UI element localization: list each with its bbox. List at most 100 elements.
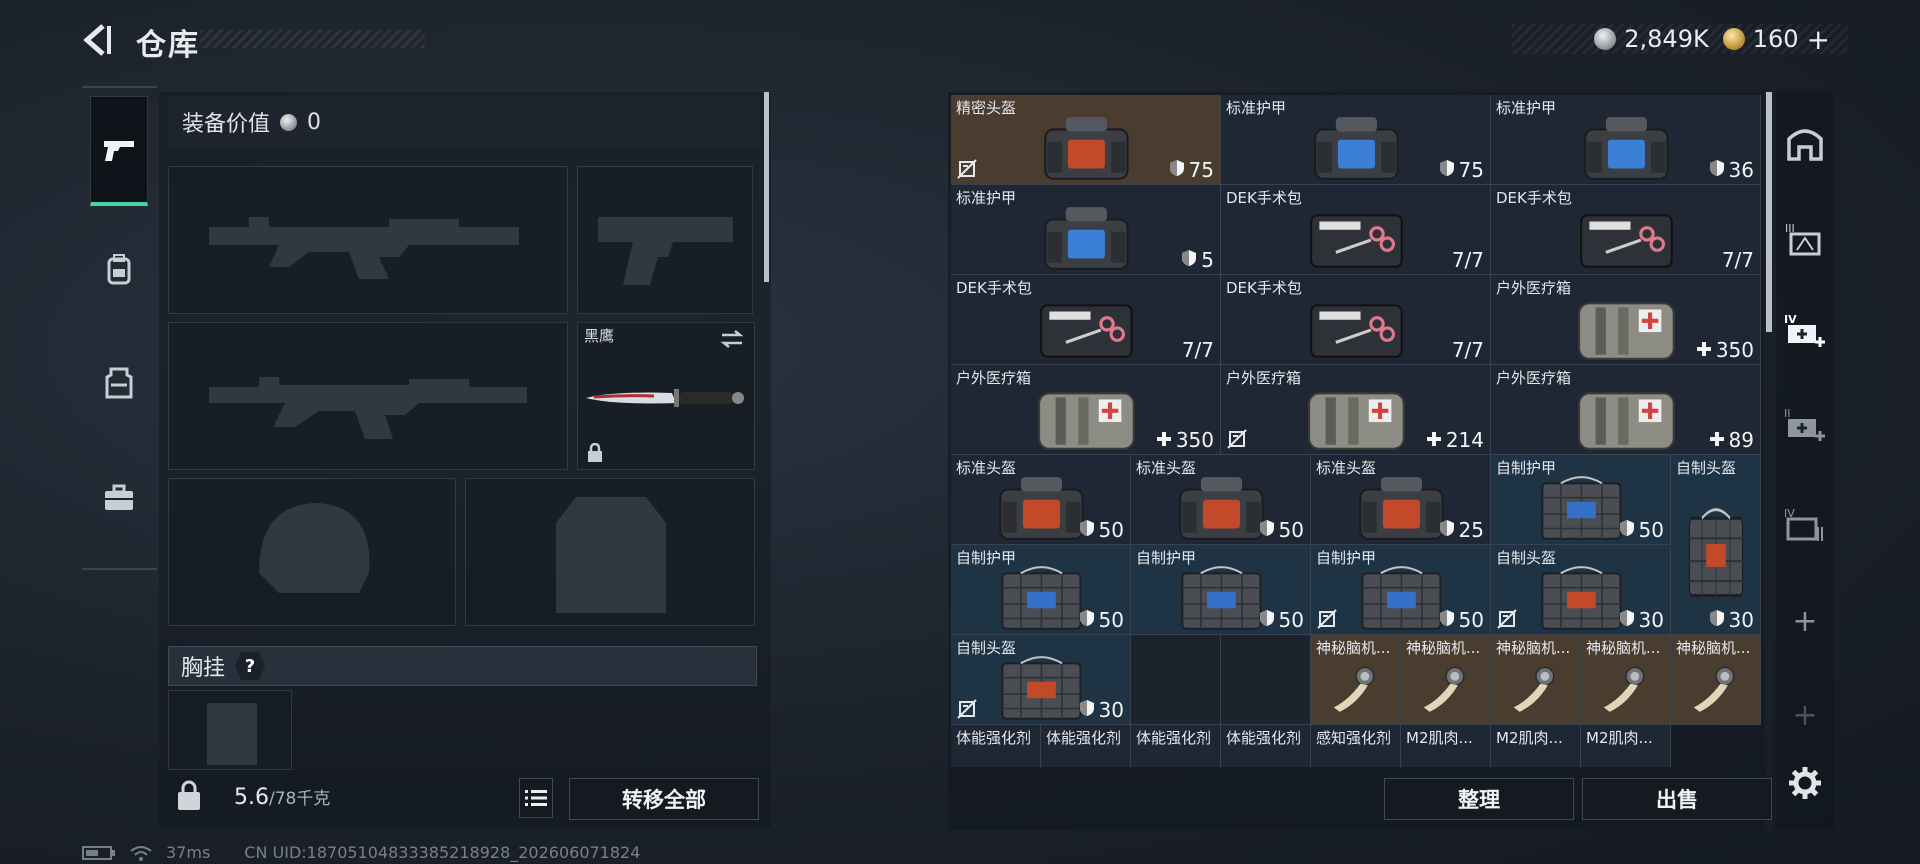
stash-item[interactable]: 神秘脑机... bbox=[1311, 635, 1401, 725]
stash-scroll-thumb[interactable] bbox=[1766, 92, 1772, 332]
helmet-slot[interactable] bbox=[168, 478, 456, 626]
uid-text: CN UID:18705104833385218928_202606071824 bbox=[244, 843, 641, 862]
shield-icon bbox=[1169, 158, 1185, 182]
stash-item[interactable]: 神秘脑机... bbox=[1671, 635, 1761, 725]
settings-button[interactable] bbox=[1776, 748, 1834, 818]
pistol-silhouette-icon bbox=[598, 217, 733, 285]
item-durability: 36 bbox=[1709, 158, 1754, 182]
tab-weapons[interactable] bbox=[90, 96, 148, 206]
stash-item[interactable]: 自制护甲 50 bbox=[1491, 455, 1671, 545]
item-name: 神秘脑机... bbox=[1586, 639, 1661, 657]
tab-case[interactable] bbox=[90, 443, 148, 553]
stash-page-3[interactable]: III bbox=[1776, 204, 1834, 274]
knife-name: 黑鹰 bbox=[584, 327, 615, 345]
stash-item[interactable]: 户外医疗箱 350 bbox=[951, 365, 1221, 455]
stash-page-2-add[interactable]: II bbox=[1776, 390, 1834, 460]
item-durability: 30 bbox=[1709, 608, 1754, 632]
stash-item[interactable]: 体能强化剂 bbox=[1131, 725, 1221, 767]
diy-blue-art bbox=[1180, 566, 1262, 630]
secondary-weapon-slot[interactable] bbox=[168, 322, 568, 470]
stash-page-4[interactable]: IV bbox=[1776, 490, 1834, 560]
stash-item[interactable]: DEK手术包 7/7 bbox=[1221, 185, 1491, 275]
back-icon[interactable] bbox=[78, 20, 118, 60]
helmet-silhouette-icon bbox=[259, 503, 370, 593]
loadout-scrollbar[interactable] bbox=[764, 92, 769, 282]
syringe-art bbox=[1229, 753, 1303, 767]
stash-page-4-add[interactable]: IV bbox=[1776, 296, 1834, 366]
stash-item[interactable]: 标准头盔 50 bbox=[951, 455, 1131, 545]
item-durability: 5 bbox=[1181, 248, 1214, 272]
empty-slot[interactable] bbox=[1131, 635, 1221, 725]
item-durability: 50 bbox=[1439, 608, 1484, 632]
stash-item[interactable]: 自制头盔 30 bbox=[1491, 545, 1671, 635]
knife-slot[interactable]: 黑鹰 bbox=[577, 322, 755, 470]
stash-item[interactable]: 体能强化剂 bbox=[951, 725, 1041, 767]
stash-item[interactable]: 标准头盔 50 bbox=[1131, 455, 1311, 545]
stash-item[interactable]: 标准护甲 5 bbox=[951, 185, 1221, 275]
stash-item[interactable]: 神秘脑机... bbox=[1401, 635, 1491, 725]
implant-art bbox=[1423, 666, 1465, 712]
shield-icon bbox=[1619, 518, 1635, 542]
chest-rig-slot[interactable] bbox=[168, 690, 292, 770]
stash-page-main[interactable] bbox=[1776, 108, 1834, 178]
rifle-silhouette-icon bbox=[209, 217, 519, 279]
item-durability: 50 bbox=[1079, 608, 1124, 632]
item-value: 30 bbox=[1098, 698, 1124, 722]
stash-item[interactable]: 体能强化剂 bbox=[1041, 725, 1131, 767]
armor-blue-art bbox=[1583, 117, 1669, 180]
stash-item[interactable]: 户外医疗箱 350 bbox=[1491, 275, 1761, 365]
add-stash-page-button[interactable]: + bbox=[1776, 586, 1834, 656]
sell-button[interactable]: 出售 bbox=[1582, 778, 1772, 820]
item-value: 50 bbox=[1278, 518, 1304, 542]
stash-item[interactable]: 自制护甲 50 bbox=[1131, 545, 1311, 635]
stash-item[interactable]: DEK手术包 7/7 bbox=[951, 275, 1221, 365]
no-insure-icon bbox=[957, 699, 977, 719]
stash-item[interactable]: 户外医疗箱 214 bbox=[1221, 365, 1491, 455]
item-name: 神秘脑机... bbox=[1406, 639, 1481, 657]
item-value: 50 bbox=[1098, 518, 1124, 542]
item-value: 89 bbox=[1728, 428, 1754, 452]
armor-slot[interactable] bbox=[465, 478, 755, 626]
gold-currency: 160 + bbox=[1722, 23, 1830, 56]
primary-weapon-slot[interactable] bbox=[168, 166, 568, 314]
stash-item[interactable]: 标准头盔 25 bbox=[1311, 455, 1491, 545]
help-badge[interactable]: ? bbox=[235, 652, 266, 680]
item-value: 75 bbox=[1188, 158, 1214, 182]
item-name: 标准头盔 bbox=[1316, 459, 1377, 477]
stash-item[interactable]: 精密头盔 75 bbox=[951, 95, 1221, 185]
stash-item[interactable]: 自制头盔 30 bbox=[951, 635, 1131, 725]
silver-coin-icon bbox=[1594, 28, 1617, 50]
stash-item[interactable]: 自制护甲 50 bbox=[1311, 545, 1491, 635]
stash-item[interactable]: DEK手术包 7/7 bbox=[1491, 185, 1761, 275]
title-stripe bbox=[200, 30, 425, 48]
stash-item[interactable]: 神秘脑机... bbox=[1491, 635, 1581, 725]
add-gold-button[interactable]: + bbox=[1807, 23, 1830, 56]
tab-vest[interactable] bbox=[90, 328, 148, 438]
swap-icon[interactable] bbox=[720, 329, 744, 349]
stash-item[interactable]: M2肌肉... bbox=[1581, 725, 1671, 767]
tab-backpack[interactable] bbox=[90, 214, 148, 324]
lock-icon bbox=[588, 443, 602, 462]
silver-coin-icon bbox=[280, 113, 298, 131]
stash-item[interactable]: 自制头盔 30 bbox=[1671, 455, 1761, 635]
list-view-button[interactable] bbox=[519, 778, 553, 818]
stash-item[interactable]: 户外医疗箱 89 bbox=[1491, 365, 1761, 455]
stash-item[interactable]: 标准护甲 36 bbox=[1491, 95, 1761, 185]
transfer-all-button[interactable]: 转移全部 bbox=[569, 778, 759, 820]
syringe-art bbox=[1409, 753, 1483, 767]
shield-icon bbox=[1079, 518, 1095, 542]
arch-icon bbox=[1787, 129, 1823, 161]
empty-slot[interactable] bbox=[1221, 635, 1311, 725]
stash-item[interactable]: 体能强化剂 bbox=[1221, 725, 1311, 767]
stash-item[interactable]: 感知强化剂 bbox=[1311, 725, 1401, 767]
chest-rig-header: 胸挂 ? bbox=[168, 646, 757, 686]
sort-button[interactable]: 整理 bbox=[1384, 778, 1574, 820]
stash-item[interactable]: DEK手术包 7/7 bbox=[1221, 275, 1491, 365]
stash-item[interactable]: M2肌肉... bbox=[1401, 725, 1491, 767]
stash-item[interactable]: 自制护甲 50 bbox=[951, 545, 1131, 635]
stash-item[interactable]: M2肌肉... bbox=[1491, 725, 1581, 767]
item-name: 自制护甲 bbox=[1316, 549, 1377, 567]
stash-item[interactable]: 标准护甲 75 bbox=[1221, 95, 1491, 185]
stash-item[interactable]: 神秘脑机... bbox=[1581, 635, 1671, 725]
pistol-slot[interactable] bbox=[577, 166, 753, 314]
